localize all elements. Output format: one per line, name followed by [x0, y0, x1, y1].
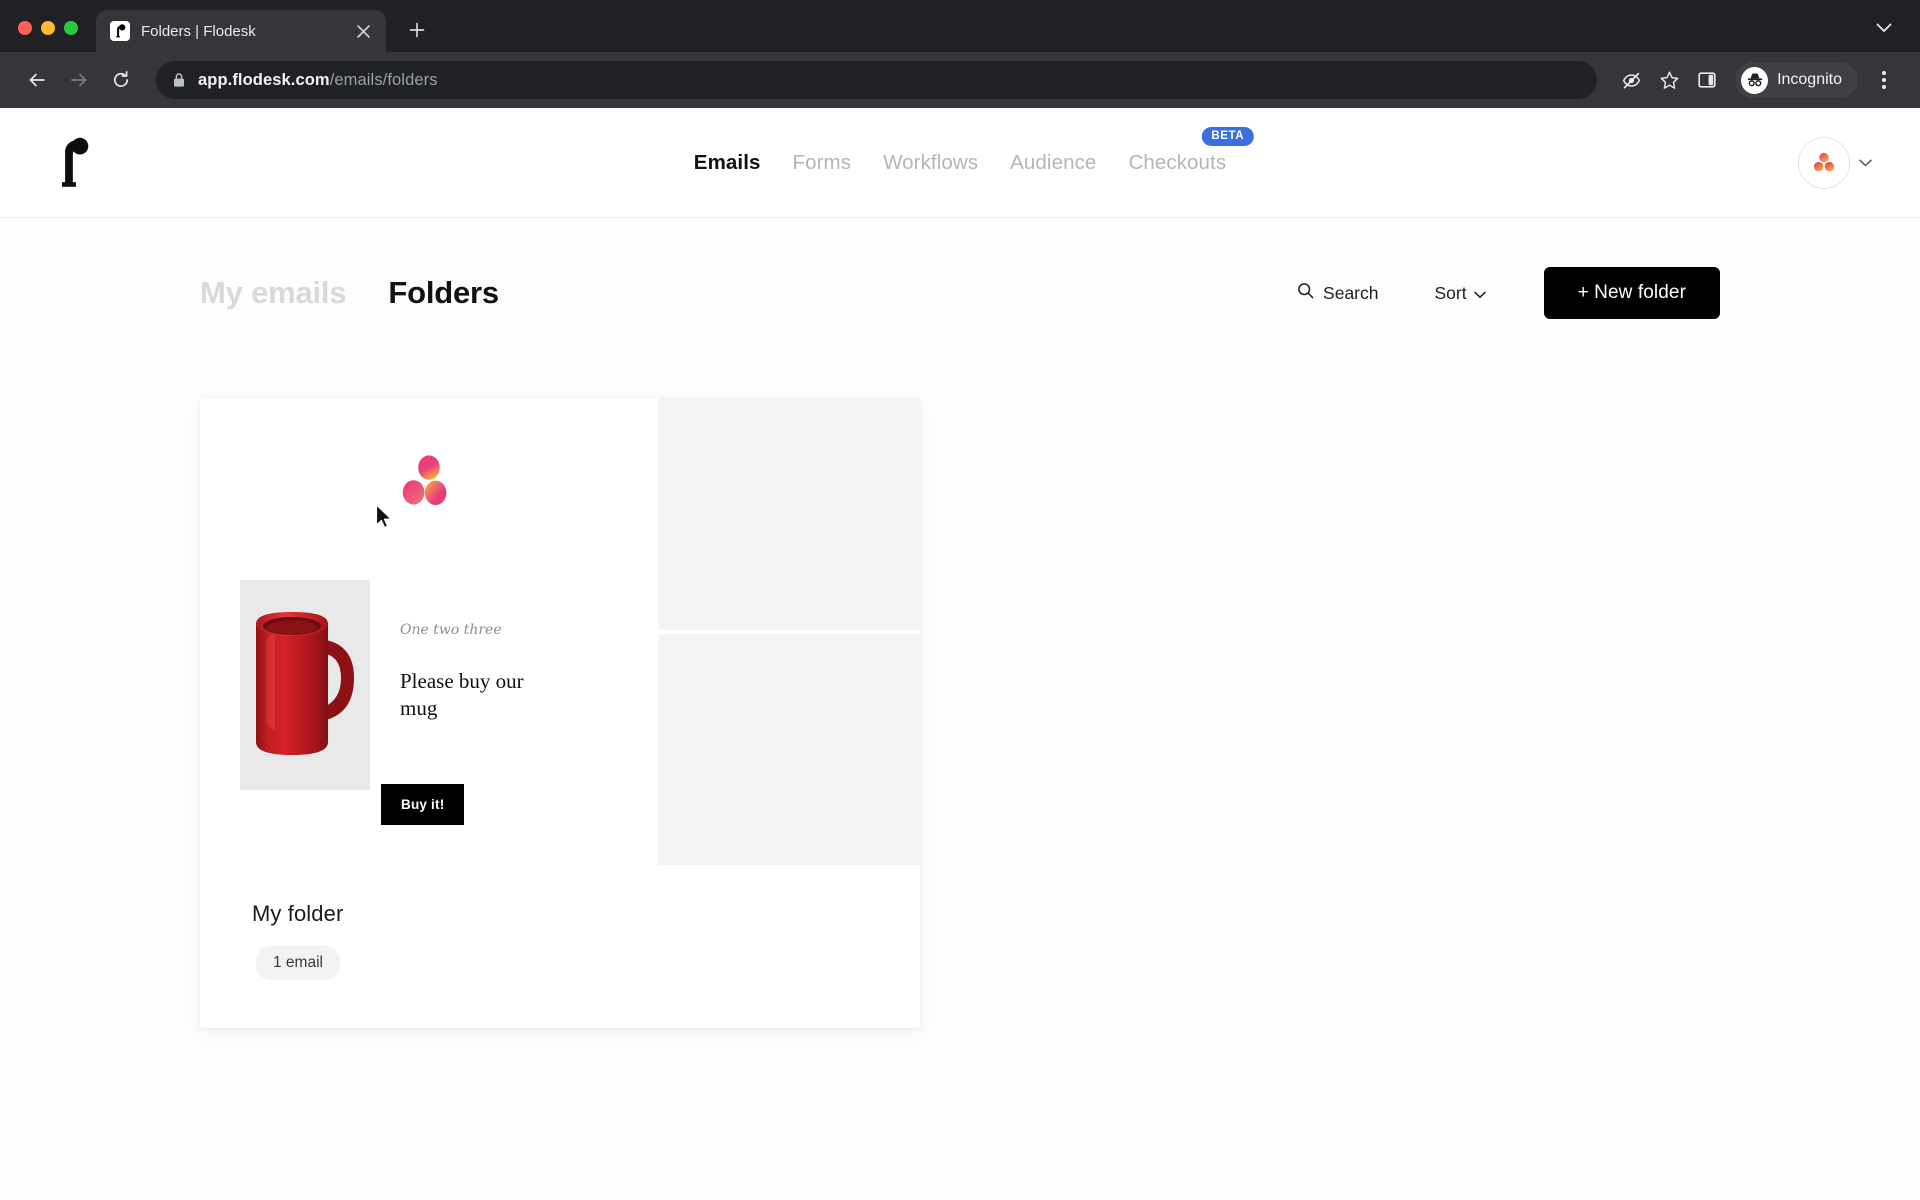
- url-text: app.flodesk.com/emails/folders: [198, 71, 438, 90]
- chevron-down-icon[interactable]: [1859, 159, 1872, 167]
- browser-toolbar: app.flodesk.com/emails/folders Incognito: [0, 52, 1920, 108]
- preview-body-text: Please buy our mug: [400, 669, 524, 720]
- email-thumbnail: One two three Please buy our mug Buy it!: [200, 398, 658, 865]
- toolbar-actions: Incognito: [1613, 62, 1902, 98]
- preview-cta-button: Buy it!: [381, 784, 465, 825]
- forward-arrow-icon[interactable]: [60, 61, 98, 99]
- close-icon[interactable]: [352, 20, 374, 42]
- search-label: Search: [1323, 282, 1379, 303]
- tabstrip-right-controls: [1870, 14, 1898, 42]
- nav-item-workflows[interactable]: Workflows: [883, 151, 978, 175]
- nav-item-forms[interactable]: Forms: [793, 151, 852, 175]
- page-toolbar: My emails Folders Search Sort + New fold…: [0, 218, 1920, 368]
- browser-tab[interactable]: Folders | Flodesk: [96, 10, 386, 52]
- red-mug-photo: [240, 580, 370, 790]
- flodesk-logo[interactable]: [58, 136, 92, 190]
- folder-card[interactable]: One two three Please buy our mug Buy it!…: [200, 398, 920, 1028]
- tab-search-chevron-down-icon[interactable]: [1870, 14, 1898, 42]
- window-controls[interactable]: [18, 21, 96, 52]
- sort-button[interactable]: Sort: [1423, 275, 1498, 312]
- folder-card-footer: My folder 1 email: [200, 865, 920, 1028]
- sort-label: Sort: [1434, 282, 1467, 303]
- side-panel-icon[interactable]: [1689, 62, 1725, 98]
- folder-preview: One two three Please buy our mug Buy it!: [200, 398, 920, 865]
- skeleton-block-bottom: [658, 634, 920, 865]
- minimize-window-button[interactable]: [41, 21, 55, 35]
- incognito-label: Incognito: [1777, 71, 1842, 88]
- incognito-profile-chip[interactable]: Incognito: [1735, 62, 1858, 98]
- nav-item-emails[interactable]: Emails: [694, 151, 761, 175]
- beta-badge: BETA: [1201, 126, 1255, 146]
- lock-icon: [172, 72, 186, 88]
- star-icon[interactable]: [1651, 62, 1687, 98]
- incognito-icon: [1741, 66, 1769, 94]
- nav-item-checkouts-label: Checkouts: [1128, 150, 1227, 174]
- nav-item-audience[interactable]: Audience: [1010, 151, 1096, 175]
- tab-title: Folders | Flodesk: [141, 22, 256, 40]
- preview-script-text: One two three: [400, 622, 502, 638]
- avatar[interactable]: [1798, 136, 1850, 189]
- preview-skeleton-column: [658, 398, 920, 865]
- reload-icon[interactable]: [102, 61, 140, 99]
- new-folder-button[interactable]: + New folder: [1543, 267, 1720, 319]
- tab-folders[interactable]: Folders: [388, 275, 499, 311]
- maximize-window-button[interactable]: [64, 21, 78, 35]
- close-window-button[interactable]: [18, 21, 32, 35]
- email-count-badge: 1 email: [256, 946, 340, 980]
- url-path: /emails/folders: [329, 70, 438, 89]
- chevron-down-icon: [1473, 283, 1486, 304]
- main-navigation: Emails Forms Workflows Audience Checkout…: [694, 126, 1255, 175]
- search-icon: [1297, 282, 1314, 304]
- back-arrow-icon[interactable]: [18, 61, 56, 99]
- address-bar[interactable]: app.flodesk.com/emails/folders: [156, 61, 1598, 99]
- flodesk-dots-logo: [401, 454, 457, 513]
- skeleton-block-top: [658, 398, 920, 630]
- tab-my-emails[interactable]: My emails: [200, 275, 347, 311]
- folders-grid: One two three Please buy our mug Buy it!…: [0, 368, 1920, 1028]
- flodesk-f-icon: [110, 21, 130, 41]
- new-tab-button[interactable]: [400, 13, 434, 47]
- browser-window: Folders | Flodesk app.flodesk.com/emails…: [0, 0, 1920, 1200]
- app-header: Emails Forms Workflows Audience Checkout…: [0, 108, 1920, 218]
- kebab-menu-icon[interactable]: [1866, 62, 1902, 98]
- page-actions: Search Sort + New folder: [1285, 267, 1720, 319]
- page-viewport: Emails Forms Workflows Audience Checkout…: [0, 108, 1920, 1200]
- folder-name: My folder: [252, 901, 344, 926]
- account-menu[interactable]: [1798, 136, 1872, 189]
- browser-tabstrip: Folders | Flodesk: [0, 0, 1920, 52]
- nav-item-checkouts[interactable]: Checkouts BETA: [1128, 126, 1255, 175]
- eye-off-icon[interactable]: [1613, 62, 1649, 98]
- page-tabs: My emails Folders: [200, 275, 499, 311]
- search-button[interactable]: Search: [1285, 274, 1390, 312]
- url-host: app.flodesk.com: [198, 70, 330, 89]
